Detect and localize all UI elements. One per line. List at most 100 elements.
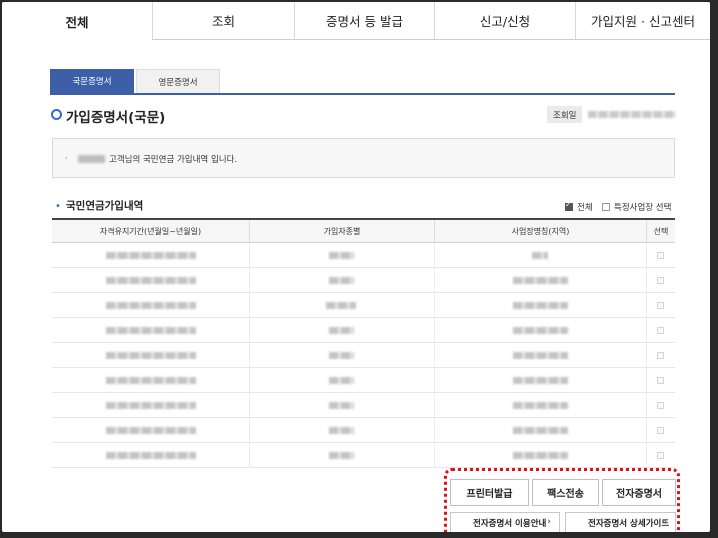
member-type-redacted	[328, 377, 354, 384]
column-divider	[434, 318, 435, 343]
column-divider	[434, 343, 435, 368]
row-select-checkbox[interactable]	[657, 327, 664, 334]
column-divider	[434, 368, 435, 393]
column-divider	[249, 268, 250, 293]
top-navigation: 전체 조회 증명서 등 발급 신고/신청 가입지원 · 신고센터	[2, 2, 710, 40]
column-divider	[249, 418, 250, 443]
app-window: 전체 조회 증명서 등 발급 신고/신청 가입지원 · 신고센터 국문증명서 영…	[2, 2, 710, 532]
workplace-redacted	[512, 452, 568, 459]
info-box: · 고객님의 국민연금 가입내역 입니다.	[52, 138, 675, 178]
row-select-checkbox[interactable]	[657, 377, 664, 384]
tab-all[interactable]: 전체	[2, 2, 152, 40]
row-select-checkbox[interactable]	[657, 427, 664, 434]
workplace-redacted	[512, 277, 568, 284]
column-divider	[434, 393, 435, 418]
workplace-redacted	[512, 302, 568, 309]
header-period: 자격유지기간(년월일~년월일)	[99, 227, 202, 236]
header-workplace: 사업장명칭(지역)	[434, 220, 646, 243]
member-type-redacted	[326, 302, 356, 309]
member-type-redacted	[328, 252, 354, 259]
row-select-checkbox[interactable]	[657, 352, 664, 359]
table-row	[52, 343, 675, 368]
column-divider	[646, 393, 647, 418]
header-member-type: 가입자종별	[249, 220, 434, 243]
title-ring-icon	[51, 109, 62, 120]
period-redacted	[106, 302, 196, 309]
period-redacted	[106, 452, 196, 459]
column-divider	[434, 243, 435, 268]
member-type-redacted	[328, 277, 354, 284]
column-divider	[646, 368, 647, 393]
query-date-value-redacted	[588, 111, 676, 118]
column-divider	[646, 293, 647, 318]
period-redacted	[106, 402, 196, 409]
table-row	[52, 418, 675, 443]
member-type-redacted	[328, 352, 354, 359]
table-row	[52, 318, 675, 343]
table-row	[52, 268, 675, 293]
row-select-checkbox[interactable]	[657, 452, 664, 459]
customer-name-redacted	[78, 155, 105, 163]
column-divider	[646, 443, 647, 468]
column-divider	[249, 343, 250, 368]
period-redacted	[106, 352, 196, 359]
section-bullet-icon: •	[55, 201, 61, 212]
column-divider	[646, 318, 647, 343]
table-row	[52, 393, 675, 418]
tab-support-center[interactable]: 가입지원 · 신고센터	[575, 2, 710, 40]
member-type-redacted	[328, 452, 354, 459]
column-divider	[646, 418, 647, 443]
header-select: 선택	[646, 220, 675, 243]
subtab-divider	[50, 93, 675, 95]
column-divider	[249, 293, 250, 318]
row-select-checkbox[interactable]	[657, 252, 664, 259]
table-row	[52, 443, 675, 468]
subtab-english[interactable]: 영문증명서	[136, 69, 220, 93]
row-select-checkbox[interactable]	[657, 302, 664, 309]
workplace-redacted	[532, 252, 548, 259]
column-divider	[646, 268, 647, 293]
column-divider	[249, 318, 250, 343]
filter-specific-checkbox[interactable]	[602, 203, 610, 211]
period-redacted	[106, 252, 196, 259]
filter-all-label: 전체	[577, 203, 593, 213]
column-divider	[249, 368, 250, 393]
subtab-korean[interactable]: 국문증명서	[50, 69, 134, 93]
tab-report-apply[interactable]: 신고/신청	[434, 2, 575, 40]
column-divider	[434, 268, 435, 293]
column-divider	[434, 293, 435, 318]
member-type-redacted	[328, 402, 354, 409]
period-redacted	[106, 277, 196, 284]
table-row	[52, 293, 675, 318]
filter-specific-label: 특정사업장 선택	[614, 203, 672, 213]
member-type-redacted	[328, 427, 354, 434]
query-date-label: 조회일	[547, 106, 583, 123]
workplace-redacted	[512, 327, 568, 334]
section-title: 국민연금가입내역	[66, 200, 144, 212]
table-header: 자격유지기간(년월일~년월일) 가입자종별 사업장명칭(지역) 선택	[52, 218, 675, 243]
column-divider	[646, 243, 647, 268]
table-row	[52, 243, 675, 268]
period-redacted	[106, 427, 196, 434]
column-divider	[434, 418, 435, 443]
tab-inquiry[interactable]: 조회	[152, 2, 294, 40]
row-select-checkbox[interactable]	[657, 402, 664, 409]
bullet-icon: ·	[65, 154, 68, 163]
period-redacted	[106, 327, 196, 334]
tab-certificate-issuance[interactable]: 증명서 등 발급	[294, 2, 434, 40]
column-divider	[646, 343, 647, 368]
table-row	[52, 368, 675, 393]
workplace-redacted	[512, 352, 568, 359]
row-select-checkbox[interactable]	[657, 277, 664, 284]
page-title: 가입증명서(국문)	[66, 110, 166, 126]
filter-all-checkbox[interactable]	[565, 200, 573, 211]
member-type-redacted	[328, 327, 354, 334]
info-message: 고객님의 국민연금 가입내역 입니다.	[109, 155, 238, 165]
workplace-redacted	[512, 427, 568, 434]
column-divider	[249, 243, 250, 268]
highlight-box	[444, 468, 680, 532]
column-divider	[249, 393, 250, 418]
period-redacted	[106, 377, 196, 384]
column-divider	[434, 443, 435, 468]
workplace-redacted	[512, 377, 568, 384]
